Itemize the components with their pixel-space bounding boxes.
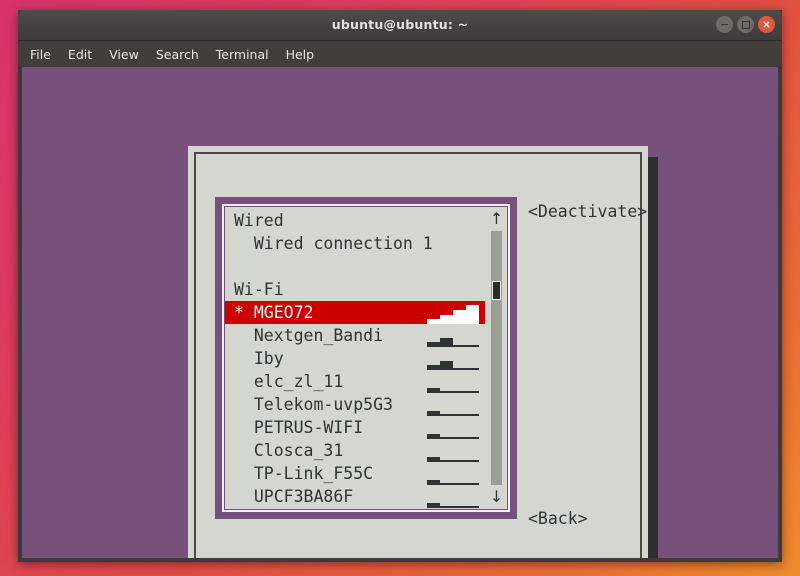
scroll-down-arrow-icon[interactable]: ↓ bbox=[489, 487, 504, 507]
connection-name: PETRUS-WIFI bbox=[234, 416, 363, 439]
list-item[interactable]: Nextgen_Bandi bbox=[225, 324, 485, 347]
signal-strength-icon bbox=[427, 301, 479, 324]
connection-name: TP-Link_F55C bbox=[234, 462, 373, 485]
list-item[interactable]: Wired connection 1 bbox=[225, 232, 485, 255]
signal-strength-icon bbox=[427, 508, 479, 509]
list-item[interactable]: Telekom-uvp5G3 bbox=[225, 393, 485, 416]
signal-bar bbox=[440, 338, 453, 347]
signal-strength-icon bbox=[427, 370, 479, 393]
signal-strength-icon bbox=[427, 416, 479, 439]
connection-listbox-border: Wired Wired connection 1 Wi-Fi* MGEO72 Ne… bbox=[215, 197, 517, 519]
connection-listbox[interactable]: Wired Wired connection 1 Wi-Fi* MGEO72 Ne… bbox=[225, 207, 507, 509]
signal-bar bbox=[466, 305, 479, 324]
nmtui-dialog: Wired Wired connection 1 Wi-Fi* MGEO72 Ne… bbox=[188, 146, 648, 558]
signal-bar bbox=[453, 310, 466, 324]
list-item[interactable]: TP-Link_F55C bbox=[225, 462, 485, 485]
menu-item-edit[interactable]: Edit bbox=[66, 46, 94, 63]
menu-bar: File Edit View Search Terminal Help bbox=[18, 41, 782, 68]
close-button[interactable] bbox=[758, 16, 775, 33]
signal-strength-icon bbox=[427, 393, 479, 416]
connection-list: Wired Wired connection 1 Wi-Fi* MGEO72 Ne… bbox=[225, 207, 485, 509]
connection-name: UPCF3BA86F bbox=[234, 485, 353, 508]
list-group-heading: Wi-Fi bbox=[225, 278, 485, 301]
connection-name: Telekom-uvp5G3 bbox=[234, 393, 393, 416]
terminal-window: ubuntu@ubuntu: ~ File Edit View Search T… bbox=[18, 10, 782, 562]
signal-strength-icon bbox=[427, 462, 479, 485]
list-item[interactable]: Closca_31 bbox=[225, 439, 485, 462]
menu-item-terminal[interactable]: Terminal bbox=[214, 46, 271, 63]
menu-item-search[interactable]: Search bbox=[154, 46, 201, 63]
scroll-up-arrow-icon[interactable]: ↑ bbox=[489, 209, 504, 229]
list-item[interactable]: * MGEO72 bbox=[225, 301, 485, 324]
maximize-button[interactable] bbox=[737, 16, 754, 33]
menu-item-file[interactable]: File bbox=[28, 46, 53, 63]
connection-listbox-inset: Wired Wired connection 1 Wi-Fi* MGEO72 Ne… bbox=[222, 204, 510, 512]
list-item[interactable]: PETRUS-WIFI bbox=[225, 416, 485, 439]
signal-strength-icon bbox=[427, 324, 479, 347]
scrollbar-thumb[interactable] bbox=[492, 281, 501, 300]
minimize-icon bbox=[721, 24, 728, 26]
connection-name: Closca_31 bbox=[234, 439, 343, 462]
menu-item-help[interactable]: Help bbox=[284, 46, 317, 63]
back-button[interactable]: <Back> bbox=[528, 509, 588, 528]
signal-bar bbox=[440, 315, 453, 324]
signal-strength-icon bbox=[427, 439, 479, 462]
terminal-output-area[interactable]: Wired Wired connection 1 Wi-Fi* MGEO72 Ne… bbox=[22, 67, 778, 558]
connection-name: DIGI_454bc0 bbox=[234, 508, 363, 509]
group-label: Wired bbox=[234, 209, 284, 232]
deactivate-button[interactable]: <Deactivate> bbox=[528, 202, 647, 221]
connection-name: Nextgen_Bandi bbox=[234, 324, 383, 347]
window-titlebar[interactable]: ubuntu@ubuntu: ~ bbox=[18, 10, 782, 41]
maximize-icon bbox=[742, 21, 750, 29]
connection-name: Wired connection 1 bbox=[234, 232, 433, 255]
list-item[interactable]: DIGI_454bc0 bbox=[225, 508, 485, 509]
list-group-heading: Wired bbox=[225, 209, 485, 232]
minimize-button[interactable] bbox=[716, 16, 733, 33]
scrollbar-track[interactable] bbox=[491, 231, 502, 485]
window-title: ubuntu@ubuntu: ~ bbox=[18, 10, 782, 40]
connection-name: Iby bbox=[234, 347, 284, 370]
list-item[interactable]: elc_zl_11 bbox=[225, 370, 485, 393]
list-scrollbar[interactable]: ↑ ↓ bbox=[489, 209, 504, 507]
list-item[interactable]: UPCF3BA86F bbox=[225, 485, 485, 508]
connection-name: elc_zl_11 bbox=[234, 370, 343, 393]
list-item[interactable]: Iby bbox=[225, 347, 485, 370]
close-icon bbox=[762, 20, 771, 29]
list-spacer bbox=[225, 255, 485, 278]
group-label: Wi-Fi bbox=[234, 278, 284, 301]
signal-strength-icon bbox=[427, 347, 479, 370]
signal-strength-icon bbox=[427, 485, 479, 508]
nmtui-dialog-frame: Wired Wired connection 1 Wi-Fi* MGEO72 Ne… bbox=[194, 152, 642, 558]
menu-item-view[interactable]: View bbox=[107, 46, 141, 63]
signal-bar bbox=[440, 361, 453, 370]
connection-name: * MGEO72 bbox=[234, 301, 313, 324]
window-controls bbox=[716, 16, 775, 33]
